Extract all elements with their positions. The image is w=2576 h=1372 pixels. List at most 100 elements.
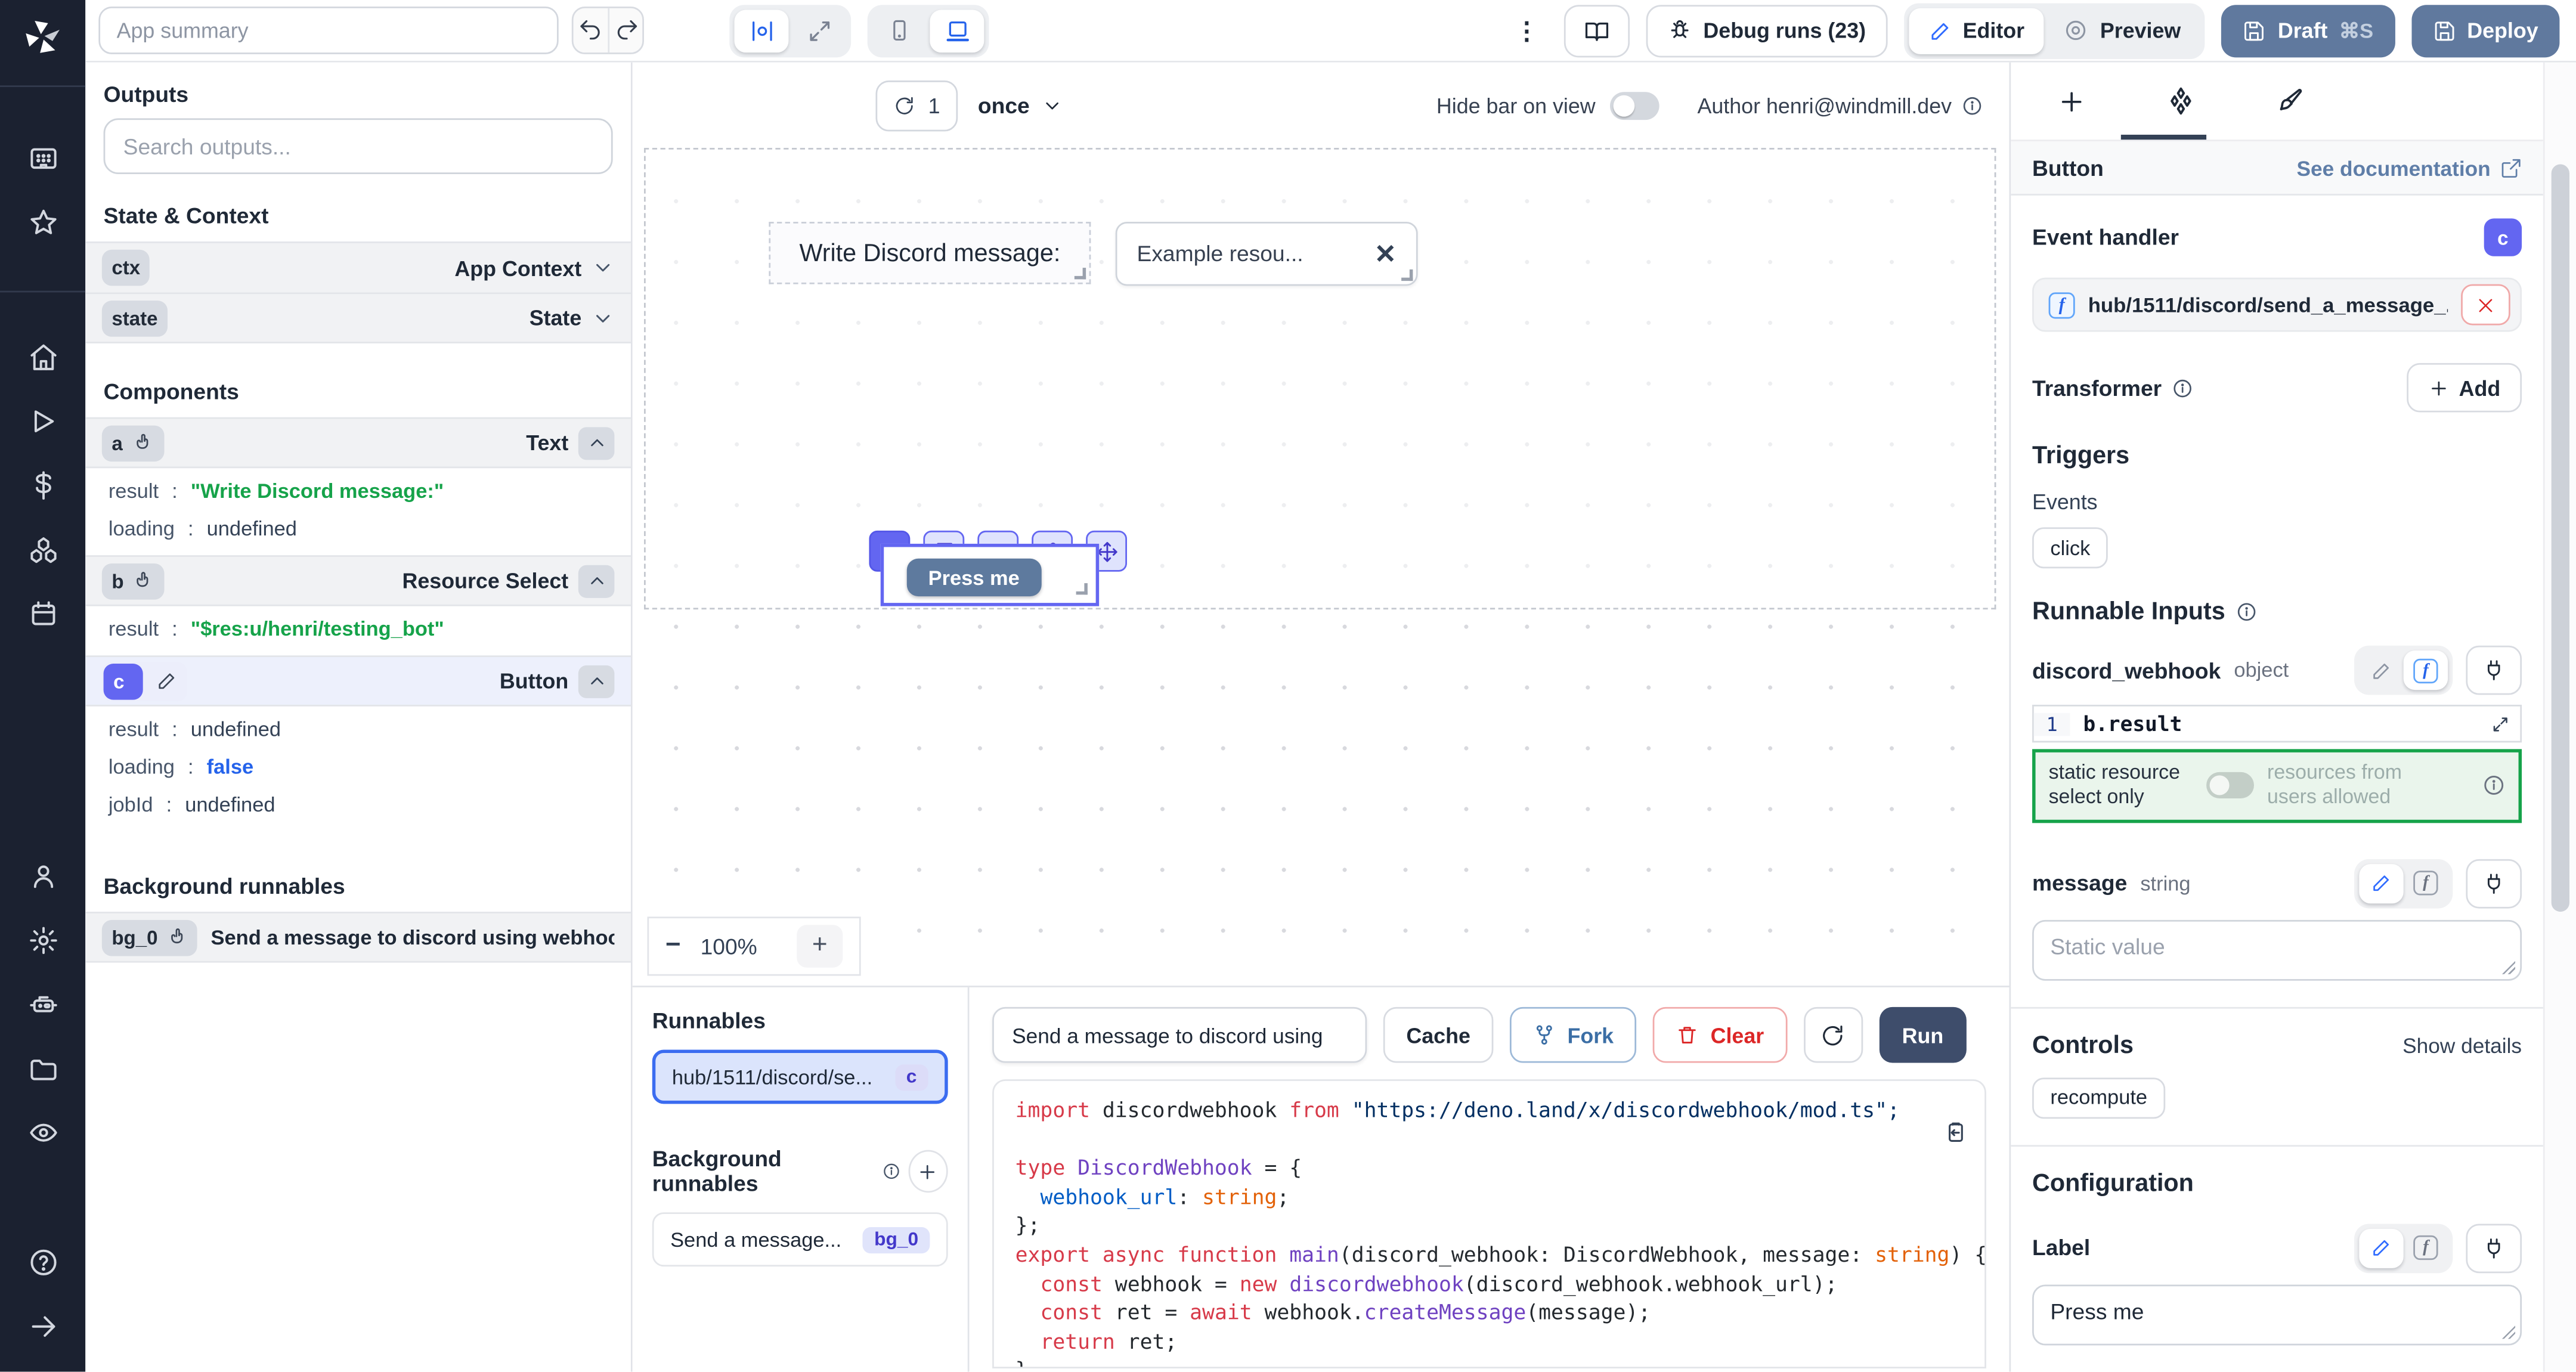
textarea-resize-grip[interactable] — [2502, 961, 2515, 974]
resize-handle[interactable] — [1076, 583, 1088, 594]
center-layout-icon[interactable] — [735, 9, 789, 52]
chevron-down-icon[interactable] — [592, 256, 615, 280]
event-chip-click[interactable]: click — [2032, 527, 2109, 568]
text-component[interactable]: Write Discord message: — [769, 222, 1091, 284]
page-scrollbar[interactable] — [2543, 63, 2576, 1372]
output-row-ctx[interactable]: ctx App Context — [85, 241, 631, 292]
sidebar-item-schedules-calendar-icon[interactable] — [0, 581, 85, 645]
static-pencil-icon[interactable] — [2359, 1228, 2403, 1268]
recompute-chip[interactable]: recompute — [2032, 1077, 2165, 1119]
scrollbar-thumb[interactable] — [2552, 165, 2569, 912]
sidebar-item-help-icon[interactable] — [0, 1231, 85, 1294]
static-pencil-icon[interactable] — [2359, 651, 2403, 690]
collapse-chevron-up-icon[interactable] — [578, 426, 615, 459]
sidebar-item-runs-play-icon[interactable] — [0, 389, 85, 453]
sidebar-item-variables-dollar-icon[interactable] — [0, 453, 85, 517]
collapse-chevron-up-icon[interactable] — [578, 564, 615, 597]
search-outputs-input[interactable]: Search outputs... — [104, 118, 613, 174]
background-runnable-row[interactable]: bg_0 Send a message to discord using web… — [85, 912, 631, 962]
reload-script-button[interactable] — [1803, 1007, 1862, 1063]
expand-editor-icon[interactable] — [2491, 714, 2510, 733]
canvas-grid[interactable]: Write Discord message: Example resou... … — [633, 148, 2010, 986]
add-transformer-button[interactable]: Add — [2406, 363, 2522, 413]
script-name-input[interactable]: Send a message to discord using — [992, 1007, 1367, 1063]
chevron-down-icon[interactable] — [592, 306, 615, 330]
device-toggle-group — [868, 4, 989, 57]
app-summary-input[interactable]: App summary — [98, 7, 558, 54]
draft-button[interactable]: Draft⌘S — [2222, 4, 2395, 57]
message-static-input[interactable]: Static value — [2032, 919, 2522, 980]
sidebar-item-audit-eye-icon[interactable] — [0, 1101, 85, 1165]
button-component[interactable]: Press me — [907, 559, 1041, 596]
pencil-icon[interactable] — [146, 670, 185, 692]
tab-component-settings-icon[interactable] — [2159, 68, 2202, 134]
fork-button[interactable]: Fork — [1510, 1007, 1637, 1063]
connect-plug-icon[interactable] — [2466, 646, 2522, 695]
undo-icon[interactable] — [574, 8, 608, 52]
desktop-view-icon[interactable] — [930, 9, 984, 52]
tab-insert-plus-icon[interactable] — [2050, 68, 2093, 134]
resource-toggle[interactable] — [2206, 773, 2254, 799]
events-label: Events — [2032, 490, 2522, 514]
static-resource-note: static resource select only resources fr… — [2032, 749, 2522, 822]
sidebar-collapse-arrow-icon[interactable] — [0, 1294, 85, 1358]
expression-mode-icon[interactable]: f — [2404, 651, 2448, 690]
sidebar-item-home-icon[interactable] — [0, 326, 85, 389]
editor-preview-toggle: Editor Preview — [1903, 2, 2205, 58]
collapse-chevron-up-icon[interactable] — [578, 664, 615, 697]
sidebar-item-user-icon[interactable] — [0, 844, 85, 908]
event-handler-row[interactable]: f hub/1511/discord/send_a_message_... — [2032, 278, 2522, 332]
clear-button[interactable]: Clear — [1653, 1007, 1787, 1063]
component-row-c[interactable]: c Button — [85, 655, 631, 706]
see-documentation-link[interactable]: See documentation — [2297, 155, 2522, 179]
zoom-in-button[interactable]: + — [797, 925, 843, 968]
redo-icon[interactable] — [608, 8, 642, 52]
expression-mode-icon[interactable]: f — [2404, 863, 2448, 903]
hide-bar-toggle[interactable] — [1610, 91, 1659, 119]
static-pencil-icon[interactable] — [2359, 863, 2403, 903]
output-row-state[interactable]: state State — [85, 292, 631, 343]
background-runnable-item[interactable]: Send a message... bg_0 — [652, 1212, 948, 1266]
resize-handle[interactable] — [1075, 268, 1086, 279]
tab-preview[interactable]: Preview — [2044, 7, 2200, 53]
run-button[interactable]: Run — [1879, 1007, 1967, 1063]
zoom-out-button[interactable]: − — [665, 931, 681, 961]
component-row-b[interactable]: b Resource Select — [85, 555, 631, 606]
fullwidth-layout-icon[interactable] — [792, 9, 846, 52]
more-menu-icon[interactable]: ⋮ — [1515, 16, 1538, 45]
component-selection-box[interactable]: Press me — [881, 544, 1099, 606]
tab-editor[interactable]: Editor — [1909, 7, 2044, 53]
connect-plug-icon[interactable] — [2466, 1224, 2522, 1273]
add-background-runnable-button[interactable] — [908, 1150, 948, 1193]
sidebar-item-settings-gear-icon[interactable] — [0, 909, 85, 973]
code-editor[interactable]: import discordwebhook from "https://deno… — [992, 1079, 1986, 1368]
remove-handler-button[interactable] — [2461, 284, 2510, 326]
connect-plug-icon[interactable] — [2466, 859, 2522, 908]
schedule-dropdown[interactable]: once — [978, 93, 1063, 117]
runnable-item-selected[interactable]: hub/1511/discord/se... c — [652, 1050, 948, 1104]
copy-code-icon[interactable] — [1943, 1120, 1968, 1145]
windmill-logo-icon[interactable] — [21, 17, 64, 67]
mobile-view-icon[interactable] — [872, 9, 927, 52]
tab-styling-brush-icon[interactable] — [2267, 68, 2310, 134]
sidebar-item-folders-icon[interactable] — [0, 1036, 85, 1100]
app-canvas[interactable]: Write Discord message: Example resou... … — [644, 148, 1996, 609]
resize-handle[interactable] — [1401, 270, 1413, 281]
debug-runs-button[interactable]: Debug runs (23) — [1646, 4, 1887, 57]
component-row-a[interactable]: a Text — [85, 417, 631, 468]
sidebar-item-workers-robot-icon[interactable] — [0, 973, 85, 1036]
resource-select-component[interactable]: Example resou... ✕ — [1116, 222, 1418, 286]
documentation-book-icon[interactable] — [1563, 4, 1629, 57]
textarea-resize-grip[interactable] — [2502, 1325, 2515, 1339]
refresh-count-box[interactable]: 1 — [875, 80, 958, 131]
show-details-link[interactable]: Show details — [2402, 1033, 2522, 1057]
webhook-expression-input[interactable]: 1 b.result — [2032, 705, 2522, 742]
cache-button[interactable]: Cache — [1383, 1007, 1494, 1063]
expression-mode-icon[interactable]: f — [2404, 1228, 2448, 1268]
sidebar-item-resources-boxes-icon[interactable] — [0, 518, 85, 581]
label-field-input[interactable]: Press me — [2032, 1284, 2522, 1345]
sidebar-item-apps[interactable] — [0, 126, 85, 190]
sidebar-item-favorites-star-icon[interactable] — [0, 191, 85, 255]
clear-selection-icon[interactable]: ✕ — [1374, 237, 1397, 270]
deploy-button[interactable]: Deploy — [2411, 4, 2560, 57]
